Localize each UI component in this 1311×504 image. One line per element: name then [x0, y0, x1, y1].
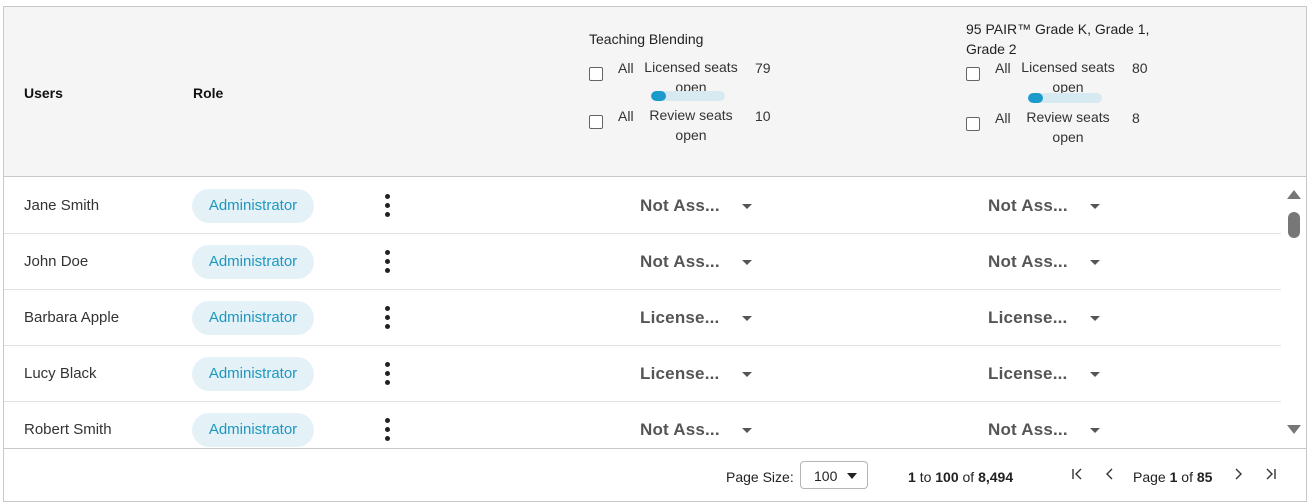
chevron-down-icon [1090, 204, 1100, 209]
all-label: All [995, 110, 1011, 126]
grid-header: Users Role Teaching Blending All License… [4, 7, 1306, 177]
scroll-down-icon[interactable] [1287, 425, 1301, 434]
review-seats-row: All Review seats open 8 [966, 107, 1186, 147]
licensed-seats-progress [651, 91, 725, 101]
review-all-checkbox[interactable] [966, 117, 980, 131]
licensed-seats-progress [1028, 93, 1102, 103]
product1-assignment-select[interactable]: License... [640, 306, 770, 330]
chevron-down-icon [742, 372, 752, 377]
licensed-seats-progress-fill [1028, 93, 1043, 103]
pagination-bar: Page Size: 100 1 to 100 of 8,494 Page 1 … [4, 448, 1306, 501]
caret-down-icon [847, 473, 857, 479]
product-title: Teaching Blending [589, 31, 704, 47]
role-badge[interactable]: Administrator [192, 413, 314, 447]
page-size-label: Page Size: [726, 469, 794, 485]
column-header-role[interactable]: Role [193, 85, 223, 101]
review-seats-row: All Review seats open 10 [589, 105, 809, 145]
product1-assignment-select[interactable]: Not Ass... [640, 250, 770, 274]
product2-assignment-select[interactable]: Not Ass... [988, 194, 1118, 218]
table-row[interactable]: Barbara Apple Administrator License... L… [4, 290, 1281, 346]
vertical-scrollbar[interactable] [1283, 178, 1306, 448]
user-name: Barbara Apple [24, 309, 120, 326]
user-name: Jane Smith [24, 197, 100, 214]
chevron-down-icon [1090, 260, 1100, 265]
table-row[interactable]: Robert Smith Administrator Not Ass... No… [4, 402, 1281, 448]
page-indicator: Page 1 of 85 [1133, 469, 1213, 485]
kebab-menu-icon[interactable] [382, 250, 394, 274]
chevron-down-icon [742, 428, 752, 433]
scroll-up-icon[interactable] [1287, 190, 1301, 199]
kebab-menu-icon[interactable] [382, 306, 394, 330]
review-all-checkbox[interactable] [589, 115, 603, 129]
kebab-menu-icon[interactable] [382, 418, 394, 442]
role-badge[interactable]: Administrator [192, 301, 314, 335]
product1-assignment-select[interactable]: Not Ass... [640, 418, 770, 442]
kebab-menu-icon[interactable] [382, 362, 394, 386]
product2-assignment-select[interactable]: License... [988, 306, 1118, 330]
product1-assignment-select[interactable]: License... [640, 362, 770, 386]
prev-page-icon[interactable] [1101, 466, 1119, 486]
chevron-down-icon [1090, 316, 1100, 321]
next-page-icon[interactable] [1229, 466, 1247, 486]
review-seats-label: Review seats open [1026, 109, 1110, 145]
all-label: All [618, 60, 634, 76]
user-name: Robert Smith [24, 421, 112, 438]
chevron-down-icon [742, 204, 752, 209]
column-header-users[interactable]: Users [24, 85, 63, 101]
table-row[interactable]: Jane Smith Administrator Not Ass... Not … [4, 178, 1281, 234]
product-header-teaching-blending: Teaching Blending All Licensed seats ope… [589, 29, 809, 145]
licensed-seats-count: 80 [1132, 60, 1148, 76]
product2-assignment-select[interactable]: Not Ass... [988, 418, 1118, 442]
last-page-icon[interactable] [1261, 466, 1279, 486]
licensed-seats-label: Licensed seats open [1021, 59, 1115, 95]
product2-assignment-select[interactable]: License... [988, 362, 1118, 386]
grid-body: Jane Smith Administrator Not Ass... Not … [4, 178, 1281, 448]
product2-assignment-select[interactable]: Not Ass... [988, 250, 1118, 274]
page-size-value: 100 [814, 468, 838, 484]
licensed-all-checkbox[interactable] [966, 67, 980, 81]
all-label: All [618, 108, 634, 124]
licensed-seats-progress-fill [651, 91, 666, 101]
licensed-seats-count: 79 [755, 60, 771, 76]
row-range-summary: 1 to 100 of 8,494 [908, 469, 1014, 485]
chevron-down-icon [742, 260, 752, 265]
role-badge[interactable]: Administrator [192, 189, 314, 223]
product1-assignment-select[interactable]: Not Ass... [640, 194, 770, 218]
chevron-down-icon [1090, 428, 1100, 433]
review-seats-count: 10 [755, 108, 771, 124]
chevron-down-icon [742, 316, 752, 321]
scrollbar-thumb[interactable] [1288, 212, 1300, 238]
first-page-icon[interactable] [1069, 466, 1087, 486]
all-label: All [995, 60, 1011, 76]
product-header-95-pair: 95 PAIR™ Grade K, Grade 1, Grade 2 All L… [966, 19, 1186, 147]
table-row[interactable]: Lucy Black Administrator License... Lice… [4, 346, 1281, 402]
role-badge[interactable]: Administrator [192, 245, 314, 279]
users-grid: Users Role Teaching Blending All License… [3, 6, 1307, 502]
product-title: 95 PAIR™ Grade K, Grade 1, Grade 2 [966, 21, 1150, 57]
user-name: John Doe [24, 253, 89, 270]
role-badge[interactable]: Administrator [192, 357, 314, 391]
user-name: Lucy Black [24, 365, 97, 382]
licensed-seats-row: All Licensed seats open 79 [589, 49, 809, 95]
table-row[interactable]: John Doe Administrator Not Ass... Not As… [4, 234, 1281, 290]
chevron-down-icon [1090, 372, 1100, 377]
review-seats-label: Review seats open [649, 107, 733, 143]
review-seats-count: 8 [1132, 110, 1140, 126]
licensed-all-checkbox[interactable] [589, 67, 603, 81]
page-size-select[interactable]: 100 [800, 461, 868, 489]
kebab-menu-icon[interactable] [382, 194, 394, 218]
